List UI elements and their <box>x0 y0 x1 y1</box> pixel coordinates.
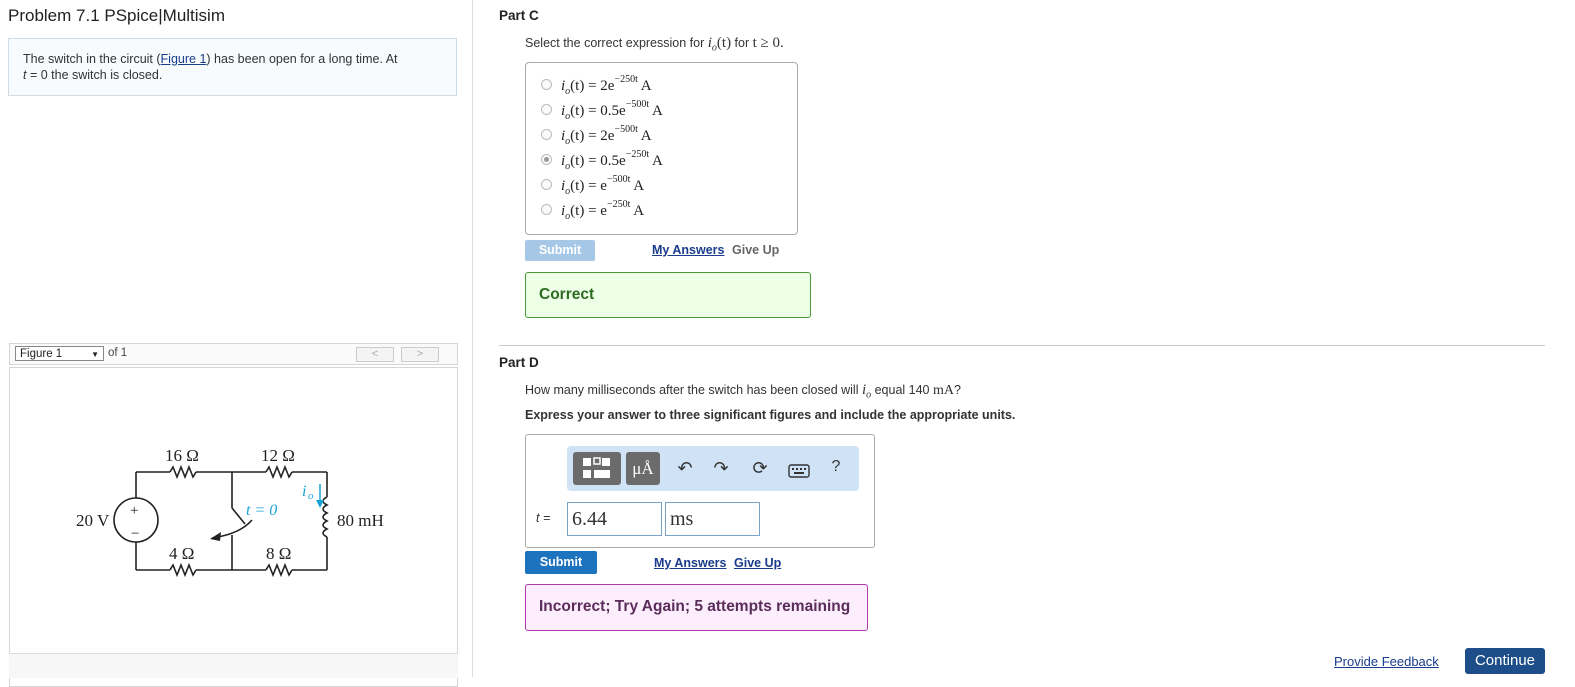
left-panel: Problem 7.1 PSpice|Multisim The switch i… <box>0 0 473 687</box>
figure-count: of 1 <box>108 347 128 359</box>
unit-input[interactable]: ms <box>665 502 760 536</box>
option-expr: (t) = 2e <box>570 78 615 94</box>
option-exponent: −250t <box>614 74 638 85</box>
part-c-condition: t ≥ 0. <box>752 35 784 51</box>
statement-text-3: = 0 the switch is closed. <box>26 68 163 82</box>
chevron-right-icon: > <box>416 348 424 360</box>
prev-figure-button[interactable]: < <box>356 347 394 362</box>
part-d-my-answers-link[interactable]: My Answers <box>654 556 726 570</box>
reset-icon[interactable]: ⟳ <box>749 458 771 479</box>
option-unit: A <box>630 203 645 219</box>
figure-select-value: Figure 1 <box>20 348 63 360</box>
figure-footer <box>9 653 458 678</box>
part-d-instruction: Express your answer to three significant… <box>525 408 1016 422</box>
inductor-label: 80 mH <box>337 511 384 530</box>
part-c-my-answers-link[interactable]: My Answers <box>652 243 724 257</box>
option-exponent: −250t <box>606 199 631 210</box>
units-button[interactable]: μÅ <box>626 452 660 485</box>
minus-sign: − <box>131 526 139 542</box>
problem-statement: The switch in the circuit (Figure 1) has… <box>8 38 457 96</box>
part-d-title: Part D <box>499 355 539 370</box>
chevron-left-icon: < <box>371 348 379 360</box>
option-exponent: −250t <box>625 149 650 160</box>
plus-sign: + <box>130 503 138 519</box>
statement-text-2: ) has been open for a long time. At <box>206 52 398 66</box>
help-button[interactable]: ? <box>825 458 847 476</box>
part-d-question-post: ? <box>953 383 961 397</box>
option-unit: A <box>630 178 645 194</box>
part-c-title: Part C <box>499 8 539 23</box>
switch-label: t = 0 <box>246 502 277 519</box>
problem-title: Problem 7.1 PSpice|Multisim <box>8 6 225 25</box>
option-exponent: −500t <box>614 124 638 135</box>
part-c-feedback: Correct <box>525 272 811 318</box>
keyboard-icon[interactable] <box>788 464 810 483</box>
option-unit: A <box>637 78 652 94</box>
radio-button-selected[interactable] <box>541 154 552 165</box>
option-expr: (t) = 2e <box>570 128 615 144</box>
option-exponent: −500t <box>606 174 631 185</box>
radio-button[interactable] <box>541 179 552 190</box>
radio-button[interactable] <box>541 129 552 140</box>
option-exponent: −500t <box>625 99 650 110</box>
part-d-question-pre: How many milliseconds after the switch h… <box>525 383 862 397</box>
figure-select[interactable]: Figure 1 ▼ <box>15 346 104 361</box>
radio-button[interactable] <box>541 204 552 215</box>
circuit-diagram: 20 V 16 Ω 12 Ω 4 Ω 8 Ω 80 mH + − t = 0 i… <box>76 446 384 578</box>
templates-button[interactable] <box>573 452 621 485</box>
option-expr: (t) = 0.5e <box>570 153 626 169</box>
radio-button[interactable] <box>541 104 552 115</box>
provide-feedback-link[interactable]: Provide Feedback <box>1334 654 1439 669</box>
templates-icon <box>583 457 610 478</box>
current-label: i <box>302 483 306 500</box>
part-c-question: Select the correct expression for io(t) … <box>525 35 784 54</box>
redo-icon[interactable]: ↷ <box>710 458 732 479</box>
figure-link[interactable]: Figure 1 <box>161 52 207 66</box>
value-input[interactable]: 6.44 <box>567 502 662 536</box>
r-top-right-label: 12 Ω <box>261 446 295 465</box>
next-figure-button[interactable]: > <box>401 347 439 362</box>
option-unit: A <box>637 128 652 144</box>
option-unit: A <box>649 103 663 119</box>
part-d-question-mid: equal 140 <box>871 383 933 397</box>
radio-button[interactable] <box>541 79 552 90</box>
part-c-submit-button[interactable]: Submit <box>525 240 595 261</box>
part-d-submit-button[interactable]: Submit <box>525 551 597 574</box>
r-bot-left-label: 4 Ω <box>169 544 194 563</box>
section-divider <box>499 345 1545 346</box>
part-c-var-arg: (t) <box>716 35 732 51</box>
dropdown-arrow-icon: ▼ <box>91 350 99 359</box>
current-subscript: o <box>308 490 314 502</box>
part-c-question-post: for <box>731 36 753 50</box>
part-c-give-up[interactable]: Give Up <box>732 243 779 257</box>
source-label: 20 V <box>76 511 110 530</box>
option-expr: (t) = e <box>570 178 607 194</box>
undo-icon[interactable]: ↶ <box>674 458 696 479</box>
r-top-left-label: 16 Ω <box>165 446 199 465</box>
part-c-question-pre: Select the correct expression for <box>525 36 708 50</box>
part-d-feedback: Incorrect; Try Again; 5 attempts remaini… <box>525 584 868 631</box>
part-d-give-up-link[interactable]: Give Up <box>734 556 781 570</box>
variable-label: t = <box>536 511 550 525</box>
continue-button[interactable]: Continue <box>1465 648 1545 674</box>
statement-text-1: The switch in the circuit ( <box>23 52 161 66</box>
part-d-question: How many milliseconds after the switch h… <box>525 382 961 401</box>
option-expr: (t) = 0.5e <box>570 103 626 119</box>
part-d-unit: mA <box>932 383 954 398</box>
r-bot-right-label: 8 Ω <box>266 544 291 563</box>
keyboard-glyph <box>788 464 810 478</box>
option-expr: (t) = e <box>570 203 607 219</box>
option-unit: A <box>649 153 663 169</box>
variable-label-text: t = <box>536 511 551 525</box>
